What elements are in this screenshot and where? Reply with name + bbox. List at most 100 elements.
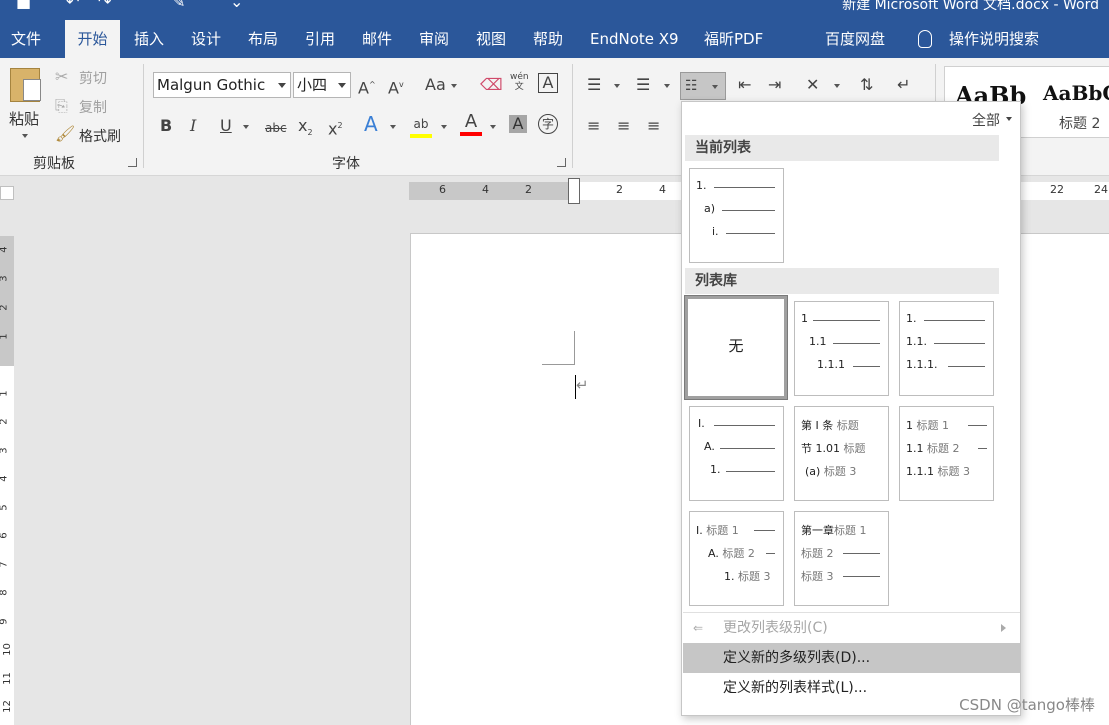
text-effects-dropdown-icon[interactable]	[390, 125, 396, 129]
font-color-dropdown-icon[interactable]	[490, 125, 496, 129]
chinese-layout-icon[interactable]: ✕	[806, 75, 819, 95]
tab-review[interactable]: 审阅	[419, 20, 449, 58]
character-shading-icon[interactable]: A	[509, 115, 527, 133]
heading-label: 标题	[836, 419, 859, 432]
format-painter-icon: 🖌	[55, 124, 76, 143]
numbering-dropdown-icon[interactable]	[664, 84, 670, 88]
numbering-icon[interactable]: ☰	[636, 75, 650, 95]
tab-endnote[interactable]: EndNote X9	[590, 20, 679, 58]
subscript-icon[interactable]: x2	[298, 116, 313, 143]
underline-dropdown-icon[interactable]	[243, 125, 249, 129]
heading-label: 标题 3	[823, 465, 857, 478]
align-center-icon[interactable]: ≡	[617, 116, 630, 136]
undo-icon[interactable]: ↶	[66, 0, 79, 11]
tab-mailings[interactable]: 邮件	[362, 20, 392, 58]
list-library-numbered-2[interactable]: 1. 1.1. 1.1.1.	[899, 301, 994, 396]
tab-help[interactable]: 帮助	[533, 20, 563, 58]
paste-dropdown-icon[interactable]	[22, 134, 28, 138]
underline-icon[interactable]: U	[220, 116, 232, 136]
italic-icon[interactable]: I	[190, 116, 196, 136]
list-library-article-section[interactable]: 第 I 条 标题 节 1.01 标题 (a) 标题 3	[794, 406, 889, 501]
thumb-row: 1.	[690, 179, 783, 195]
tab-view[interactable]: 视图	[476, 20, 506, 58]
decrease-indent-icon[interactable]: ⇤	[738, 75, 751, 95]
change-case-icon[interactable]: Aa	[425, 75, 446, 95]
shrink-font-icon[interactable]: Av	[388, 75, 404, 98]
group-separator	[143, 64, 144, 168]
ruler-tick: 5	[0, 504, 10, 510]
bold-icon[interactable]: B	[160, 116, 172, 136]
chinese-layout-dropdown-icon[interactable]	[834, 84, 840, 88]
level-label: 1.1.1.	[906, 358, 938, 371]
show-marks-icon[interactable]: ↵	[897, 75, 910, 95]
paste-icon[interactable]	[10, 68, 41, 102]
list-library-none[interactable]: 无	[684, 295, 788, 400]
clear-formatting-icon[interactable]: ⌫	[480, 75, 503, 95]
list-filter-dropdown[interactable]: 全部	[972, 110, 1012, 130]
superscript-icon[interactable]: x2	[328, 116, 343, 139]
touch-mode-icon[interactable]: ✎	[172, 0, 185, 11]
phonetic-guide-icon[interactable]: wén 文	[510, 72, 529, 92]
font-name-select[interactable]: Malgun Gothic	[153, 72, 291, 98]
change-list-level-item[interactable]: ⇐ 更改列表级别(C)	[683, 613, 1020, 643]
save-icon[interactable]: ■	[16, 0, 31, 11]
tab-baidu-netdisk[interactable]: 百度网盘	[825, 20, 885, 58]
list-library-numbered-1[interactable]: 1 1.1 1.1.1	[794, 301, 889, 396]
text-effects-icon[interactable]: A	[364, 114, 378, 134]
multilevel-dropdown-icon	[712, 85, 718, 89]
cut-button[interactable]: 剪切	[79, 68, 107, 88]
strikethrough-icon[interactable]: abc	[265, 118, 287, 138]
multilevel-list-button[interactable]: ☷	[680, 72, 726, 100]
tab-design[interactable]: 设计	[191, 20, 221, 58]
font-color-icon[interactable]: A	[460, 112, 482, 136]
group-separator	[572, 64, 573, 168]
tab-file[interactable]: 文件	[11, 20, 41, 58]
level-label: 节 1.01	[801, 442, 840, 455]
style-preview-heading-2[interactable]: AaBbC	[1043, 81, 1109, 105]
level-label: 1.1.1	[817, 358, 845, 371]
indent-marker[interactable]	[568, 178, 580, 204]
paste-button[interactable]: 粘贴	[9, 108, 39, 129]
tab-references[interactable]: 引用	[305, 20, 335, 58]
increase-indent-icon[interactable]: ⇥	[768, 75, 781, 95]
highlight-dropdown-icon[interactable]	[441, 125, 447, 129]
copy-button[interactable]: 复制	[79, 97, 107, 117]
multilevel-list-icon: ☷	[685, 78, 698, 94]
redo-icon[interactable]: ↷	[98, 0, 111, 11]
tab-insert[interactable]: 插入	[134, 20, 164, 58]
bullets-icon[interactable]: ☰	[587, 75, 601, 95]
level-label: A.	[708, 547, 719, 560]
tab-layout[interactable]: 布局	[248, 20, 278, 58]
font-size-select[interactable]: 小四	[293, 72, 351, 98]
list-library-roman[interactable]: I. A. 1.	[689, 406, 784, 501]
tab-home[interactable]: 开始	[65, 20, 120, 58]
vertical-ruler[interactable]: 4 3 2 1 1 2 3 4 5 6 7 8 9 10 11 12	[0, 236, 14, 725]
list-library-heading-roman[interactable]: I. 标题 1 A. 标题 2 1. 标题 3	[689, 511, 784, 606]
current-list-thumb[interactable]: 1. a) i.	[689, 168, 784, 263]
align-left-icon[interactable]: ≡	[587, 116, 600, 136]
level-label: 1	[906, 419, 913, 432]
enclose-characters-icon[interactable]: 字	[538, 114, 558, 134]
sort-icon[interactable]: ⇅	[860, 75, 873, 95]
tell-me-search[interactable]: 操作说明搜索	[949, 20, 1039, 58]
define-new-multilevel-list-item[interactable]: 定义新的多级列表(D)...	[683, 643, 1020, 673]
character-border-icon[interactable]: A	[538, 73, 558, 93]
change-case-dropdown-icon[interactable]	[451, 84, 457, 88]
ruler-tick: 22	[1050, 183, 1064, 196]
tab-foxit-pdf[interactable]: 福昕PDF	[704, 20, 763, 58]
font-launcher-icon[interactable]	[557, 158, 566, 167]
font-group-label: 字体	[332, 156, 360, 172]
grow-font-icon[interactable]: A^	[358, 75, 376, 98]
list-library-chapter[interactable]: 第一章标题 1 标题 2 标题 3	[794, 511, 889, 606]
list-library-heading-numbered[interactable]: 1 标题 1 1.1 标题 2 1.1.1 标题 3	[899, 406, 994, 501]
customize-qat-icon[interactable]: ⌄	[230, 0, 243, 11]
margin-crop-mark	[542, 331, 575, 365]
tab-selector-button[interactable]	[0, 186, 14, 200]
align-right-icon[interactable]: ≡	[647, 116, 660, 136]
level-label: I.	[698, 417, 705, 430]
format-painter-button[interactable]: 格式刷	[79, 126, 121, 146]
watermark: CSDN @tango棒棒	[959, 696, 1095, 714]
clipboard-launcher-icon[interactable]	[128, 158, 137, 167]
bullets-dropdown-icon[interactable]	[614, 84, 620, 88]
highlight-icon[interactable]: ab	[410, 114, 432, 138]
